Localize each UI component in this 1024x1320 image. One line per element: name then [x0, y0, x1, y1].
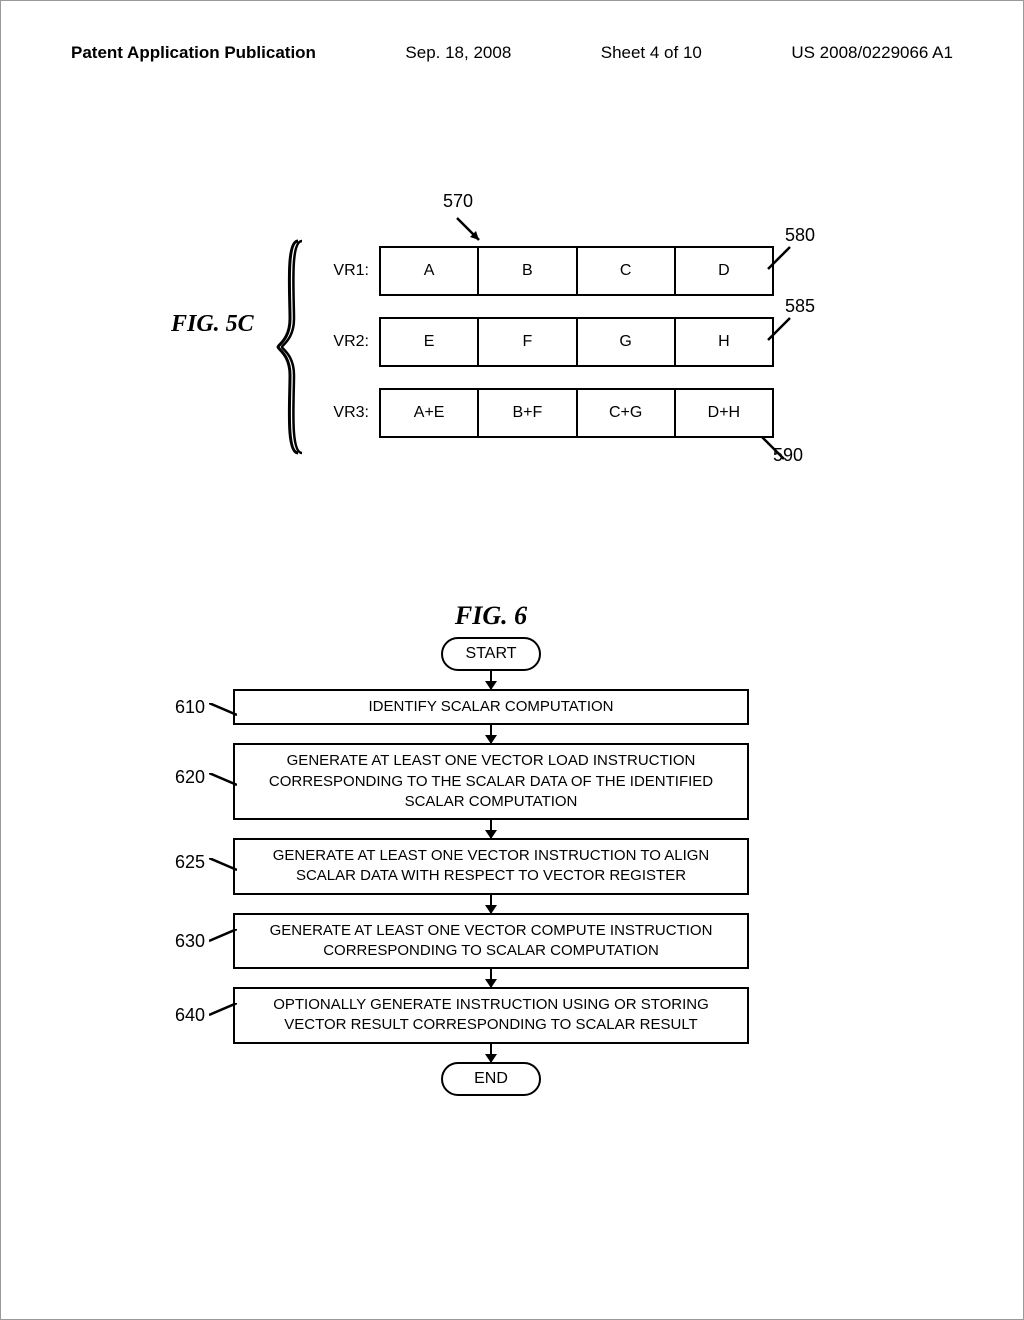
arrow-down-icon [490, 820, 492, 838]
fig6-caption: FIG. 6 [173, 601, 809, 631]
leader-line [760, 435, 786, 461]
vr2-cell-2: G [578, 319, 676, 365]
vr3-row: A+E B+F C+G D+H [379, 388, 774, 438]
vr3-label: VR3: [319, 404, 379, 422]
vr3-cell-3: D+H [676, 390, 772, 436]
flow-end: END [441, 1062, 541, 1096]
vr2-label: VR2: [319, 333, 379, 351]
leader-line [209, 773, 237, 787]
vr2-cell-3: H [676, 319, 772, 365]
header-left: Patent Application Publication [71, 43, 316, 63]
register-vr1: VR1: A B C D [319, 246, 774, 296]
flow-step-610: IDENTIFY SCALAR COMPUTATION [233, 689, 749, 725]
arrow-down-icon [490, 725, 492, 743]
flow-step-620: GENERATE AT LEAST ONE VECTOR LOAD INSTRU… [233, 743, 749, 820]
leader-line [209, 703, 237, 717]
vr3-cell-0: A+E [381, 390, 479, 436]
vr1-label: VR1: [319, 262, 379, 280]
fig-5c: FIG. 5C 570 580 585 590 VR1: A [171, 191, 811, 461]
vr1-row: A B C D [379, 246, 774, 296]
curly-brace-icon [276, 239, 304, 455]
page-frame: Patent Application Publication Sep. 18, … [0, 0, 1024, 1320]
arrow-down-icon [490, 895, 492, 913]
flow-step-630: GENERATE AT LEAST ONE VECTOR COMPUTE INS… [233, 913, 749, 970]
arrow-down-icon [490, 969, 492, 987]
ref-570: 570 [443, 191, 473, 212]
vr3-cell-2: C+G [578, 390, 676, 436]
vr1-cell-2: C [578, 248, 676, 294]
vr2-row: E F G H [379, 317, 774, 367]
flow-start: START [441, 637, 541, 671]
vr1-cell-3: D [676, 248, 772, 294]
ref-585: 585 [785, 296, 815, 317]
header-sheet: Sheet 4 of 10 [601, 43, 702, 63]
leader-line [209, 858, 237, 872]
ref-580: 580 [785, 225, 815, 246]
register-vr3: VR3: A+E B+F C+G D+H [319, 388, 774, 438]
fig-6: FIG. 6 START 610 IDENTIFY SCALAR COMPUTA… [173, 601, 809, 1096]
header-pubnum: US 2008/0229066 A1 [791, 43, 953, 63]
page-header: Patent Application Publication Sep. 18, … [71, 43, 953, 63]
vr2-cell-1: F [479, 319, 577, 365]
vr3-cell-1: B+F [479, 390, 577, 436]
leader-line [209, 1003, 237, 1017]
vr1-cell-0: A [381, 248, 479, 294]
flow-step-640: OPTIONALLY GENERATE INSTRUCTION USING OR… [233, 987, 749, 1044]
arrow-icon [453, 214, 487, 248]
leader-line [209, 929, 237, 943]
arrow-down-icon [490, 671, 492, 689]
fig5c-caption: FIG. 5C [171, 311, 254, 338]
flow-step-625: GENERATE AT LEAST ONE VECTOR INSTRUCTION… [233, 838, 749, 895]
header-date: Sep. 18, 2008 [405, 43, 511, 63]
arrow-down-icon [490, 1044, 492, 1062]
vr2-cell-0: E [381, 319, 479, 365]
vr1-cell-1: B [479, 248, 577, 294]
register-vr2: VR2: E F G H [319, 317, 774, 367]
